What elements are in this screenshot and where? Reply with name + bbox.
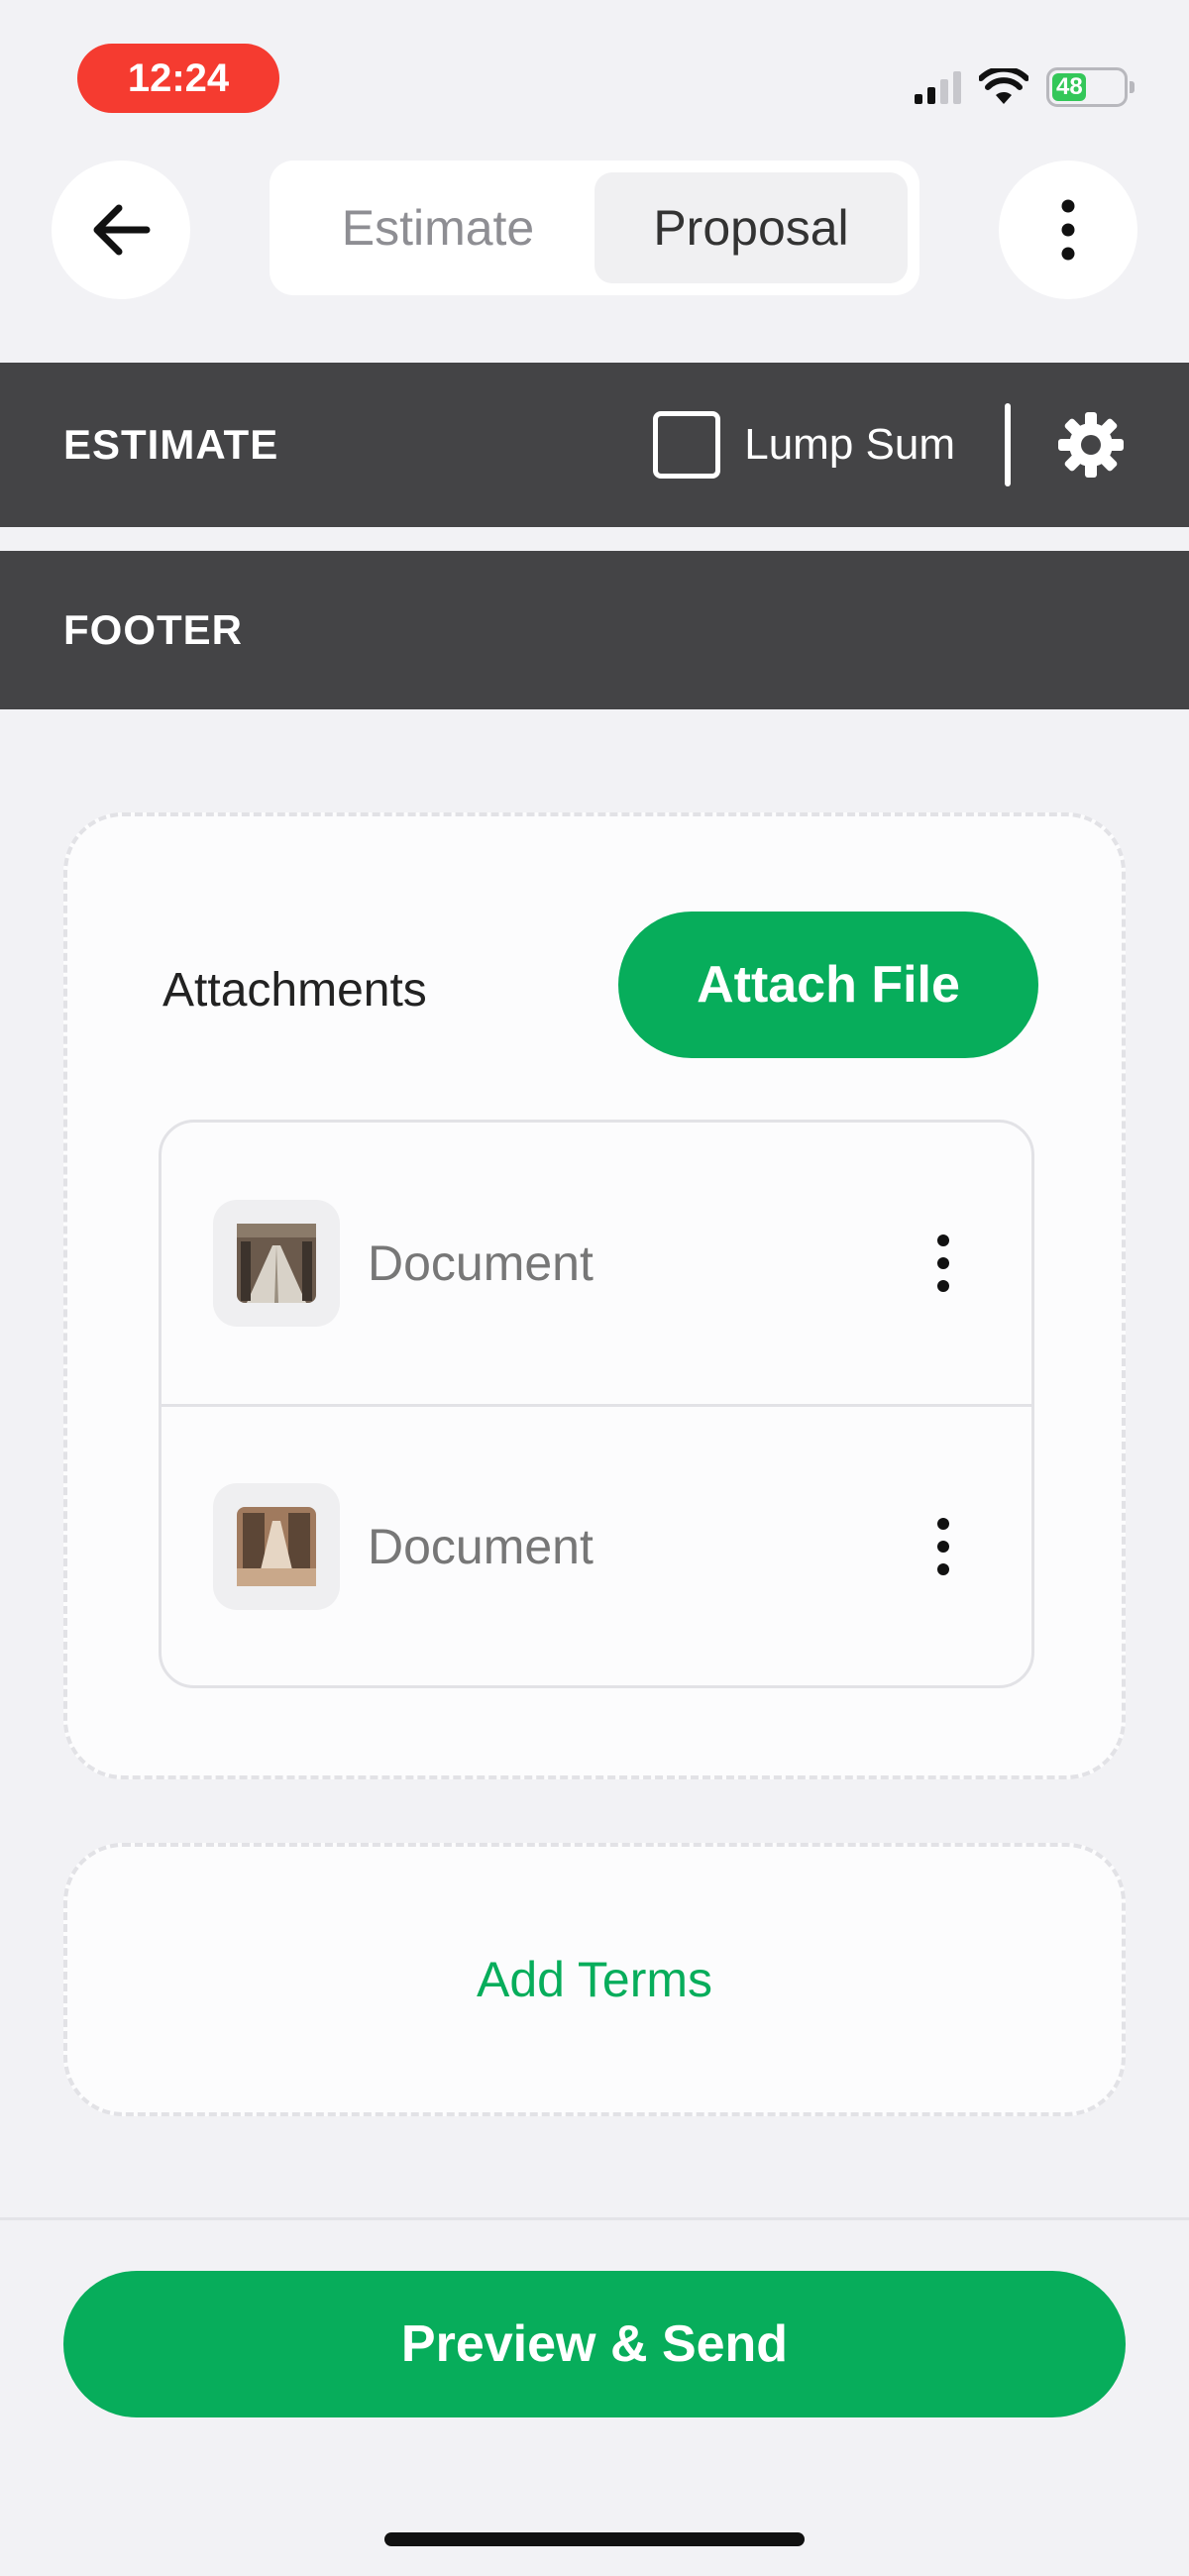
document-name: Document (368, 1235, 594, 1291)
wifi-icon (979, 68, 1028, 104)
arrow-left-icon (93, 204, 151, 256)
cellular-signal-icon (915, 70, 961, 104)
image-thumbnail-icon (237, 1224, 316, 1303)
header-divider (1005, 403, 1011, 486)
back-button[interactable] (52, 161, 190, 299)
status-time: 12:24 (77, 44, 279, 113)
screen: 12:24 48 Estimate Proposal ESTIMATE Lump… (0, 0, 1189, 2576)
more-options-button[interactable] (999, 161, 1137, 299)
document-thumbnail (213, 1482, 340, 1610)
document-name: Document (368, 1518, 594, 1574)
attachment-item[interactable]: Document (162, 1123, 1031, 1404)
preview-send-button[interactable]: Preview & Send (63, 2271, 1126, 2417)
tab-proposal[interactable]: Proposal (594, 172, 908, 283)
image-thumbnail-icon (237, 1506, 316, 1586)
gear-icon[interactable] (1056, 410, 1126, 480)
attach-file-button[interactable]: Attach File (618, 912, 1038, 1058)
item-more-icon[interactable] (934, 1516, 952, 1577)
battery-level: 48 (1052, 73, 1086, 101)
more-vertical-icon (1061, 199, 1075, 261)
attachments-card: Attachments Attach File Document Documen… (63, 812, 1126, 1779)
add-terms-card[interactable]: Add Terms (63, 1843, 1126, 2116)
footer-section-title: FOOTER (63, 606, 243, 653)
tab-estimate[interactable]: Estimate (281, 172, 594, 283)
footer-section-header[interactable]: FOOTER (0, 551, 1189, 709)
home-indicator (384, 2532, 805, 2546)
estimate-section-title: ESTIMATE (63, 421, 279, 468)
estimate-proposal-toggle: Estimate Proposal (270, 161, 919, 295)
add-terms-link[interactable]: Add Terms (477, 1951, 712, 2008)
status-bar: 12:24 48 (0, 0, 1189, 149)
attachments-label: Attachments (162, 964, 427, 1017)
status-icons: 48 (915, 67, 1135, 107)
lump-sum-group: Lump Sum (653, 363, 1126, 527)
lump-sum-checkbox[interactable] (653, 411, 721, 479)
document-thumbnail (213, 1200, 340, 1327)
item-more-icon[interactable] (934, 1233, 952, 1294)
lump-sum-label: Lump Sum (744, 420, 955, 469)
battery-icon: 48 (1046, 67, 1135, 107)
attachment-item[interactable]: Document (162, 1404, 1031, 1685)
estimate-section-header[interactable]: ESTIMATE Lump Sum (0, 363, 1189, 527)
attachments-list: Document Document (159, 1120, 1034, 1688)
bottom-divider (0, 2217, 1189, 2220)
